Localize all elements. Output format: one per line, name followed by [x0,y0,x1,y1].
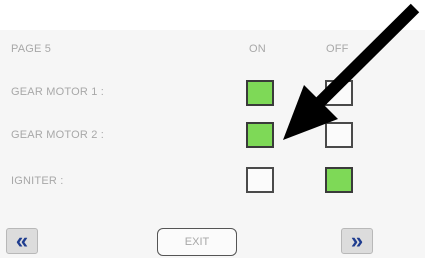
gear-motor-2-label: GEAR MOTOR 2 : [11,129,105,141]
page-title: PAGE 5 [11,43,52,55]
control-panel [0,30,425,258]
previous-page-button[interactable]: « [6,228,38,254]
on-column-header: ON [249,43,266,55]
gear-motor-1-on-toggle[interactable] [246,80,274,106]
igniter-on-toggle[interactable] [246,167,274,193]
igniter-label: IGNITER : [11,175,64,187]
next-page-button[interactable]: » [341,228,373,254]
gear-motor-1-off-toggle[interactable] [325,80,353,106]
exit-label: EXIT [184,236,210,248]
gear-motor-1-label: GEAR MOTOR 1 : [11,86,105,98]
exit-button[interactable]: EXIT [157,228,237,256]
gear-motor-2-on-toggle[interactable] [246,122,274,148]
off-column-header: OFF [326,43,349,55]
igniter-off-toggle[interactable] [325,167,353,193]
double-chevron-left-icon: « [15,228,29,253]
gear-motor-2-off-toggle[interactable] [325,122,353,148]
double-chevron-right-icon: » [350,228,364,253]
